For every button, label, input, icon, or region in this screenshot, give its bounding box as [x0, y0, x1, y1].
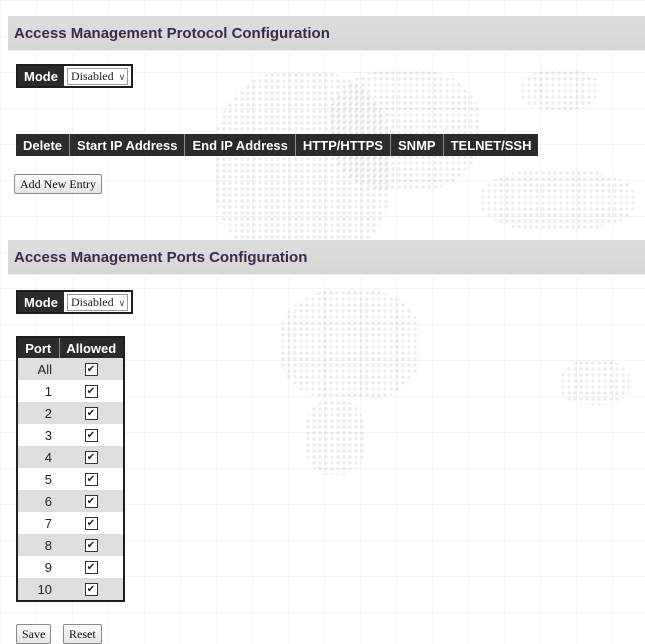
allowed-checkbox[interactable]: ✔ — [84, 406, 98, 420]
column-header-end-ip: End IP Address — [184, 134, 296, 156]
allowed-cell: ✔ — [59, 358, 124, 380]
column-header-delete: Delete — [16, 134, 70, 156]
protocol-mode-table: Mode Disabled ∨ — [16, 64, 134, 88]
allowed-checkbox[interactable]: ✔ — [84, 384, 98, 398]
allowed-cell: ✔ — [59, 556, 124, 578]
checkmark-icon: ✔ — [86, 385, 96, 397]
world-map-decoration — [520, 70, 600, 110]
checkmark-icon: ✔ — [86, 561, 96, 573]
port-number: 2 — [17, 402, 59, 424]
table-row: All ✔ — [17, 358, 124, 380]
allowed-checkbox[interactable]: ✔ — [84, 494, 98, 508]
table-row: 3 ✔ — [17, 424, 124, 446]
ports-table-header: Port Allowed — [17, 337, 124, 358]
checkmark-icon: ✔ — [86, 407, 96, 419]
column-header-telnet-ssh: TELNET/SSH — [442, 134, 539, 156]
column-header-allowed: Allowed — [58, 337, 124, 358]
table-row: 2 ✔ — [17, 402, 124, 424]
reset-button[interactable]: Reset — [63, 624, 102, 644]
table-row: 1 ✔ — [17, 380, 124, 402]
allowed-cell: ✔ — [59, 446, 124, 468]
port-number: 4 — [17, 446, 59, 468]
world-map-decoration — [330, 70, 480, 190]
table-row: 9 ✔ — [17, 556, 124, 578]
port-number: 3 — [17, 424, 59, 446]
column-header-port: Port — [17, 337, 59, 358]
protocol-mode-value: Disabled — [70, 68, 114, 83]
world-map-decoration — [560, 360, 630, 405]
allowed-checkbox[interactable]: ✔ — [84, 362, 98, 376]
checkmark-icon: ✔ — [86, 473, 96, 485]
ports-mode-cell: Disabled ∨ — [63, 291, 133, 313]
allowed-checkbox[interactable]: ✔ — [84, 560, 98, 574]
column-header-start-ip: Start IP Address — [69, 134, 185, 156]
allowed-checkbox[interactable]: ✔ — [84, 428, 98, 442]
allowed-cell: ✔ — [59, 512, 124, 534]
table-row: 10 ✔ — [17, 578, 124, 601]
protocol-section-title: Access Management Protocol Configuration — [8, 16, 645, 51]
table-row: 7 ✔ — [17, 512, 124, 534]
save-button[interactable]: Save — [16, 624, 52, 644]
port-number: 8 — [17, 534, 59, 556]
ports-table-body: All ✔ 1 ✔ 2 ✔ 3 ✔ 4 ✔ 5 ✔ 6 ✔ 7 ✔ 8 ✔ 9 ✔ 10 ✔ — [17, 358, 124, 601]
allowed-checkbox[interactable]: ✔ — [84, 538, 98, 552]
checkmark-icon: ✔ — [86, 583, 96, 595]
port-number: 5 — [17, 468, 59, 490]
port-number: 7 — [17, 512, 59, 534]
chevron-down-icon: ∨ — [118, 72, 126, 83]
allowed-checkbox[interactable]: ✔ — [84, 516, 98, 530]
allowed-cell: ✔ — [59, 402, 124, 424]
ports-mode-table: Mode Disabled ∨ — [16, 290, 134, 314]
allowed-cell: ✔ — [59, 424, 124, 446]
allowed-checkbox[interactable]: ✔ — [84, 472, 98, 486]
protocol-mode-select[interactable]: Disabled ∨ — [66, 67, 129, 85]
protocol-mode-label: Mode — [17, 65, 64, 87]
protocol-mode-cell: Disabled ∨ — [63, 65, 133, 87]
column-header-http-https: HTTP/HTTPS — [294, 134, 391, 156]
port-number: 1 — [17, 380, 59, 402]
table-row: 5 ✔ — [17, 468, 124, 490]
port-number: 9 — [17, 556, 59, 578]
ports-mode-label: Mode — [17, 291, 64, 313]
world-map-decoration — [480, 170, 635, 230]
allowed-cell: ✔ — [59, 578, 124, 601]
checkmark-icon: ✔ — [86, 363, 96, 375]
table-row: 4 ✔ — [17, 446, 124, 468]
ports-mode-select[interactable]: Disabled ∨ — [66, 293, 129, 311]
world-map-decoration — [280, 290, 420, 400]
checkmark-icon: ✔ — [86, 495, 96, 507]
ports-section-title: Access Management Ports Configuration — [8, 240, 645, 275]
ports-mode-value: Disabled — [70, 294, 114, 309]
allowed-cell: ✔ — [59, 534, 124, 556]
checkmark-icon: ✔ — [86, 517, 96, 529]
allowed-checkbox[interactable]: ✔ — [84, 450, 98, 464]
allowed-cell: ✔ — [59, 490, 124, 512]
checkmark-icon: ✔ — [86, 539, 96, 551]
ports-table: Port Allowed All ✔ 1 ✔ 2 ✔ 3 ✔ 4 ✔ 5 ✔ 6 ✔ 7 ✔ 8 ✔ 9 ✔ 10 ✔ — [16, 336, 125, 602]
chevron-down-icon: ∨ — [118, 298, 126, 309]
checkmark-icon: ✔ — [86, 451, 96, 463]
allowed-cell: ✔ — [59, 380, 124, 402]
port-number: All — [17, 358, 59, 380]
protocol-entries-table: Delete Start IP Address End IP Address H… — [16, 134, 539, 156]
port-number: 6 — [17, 490, 59, 512]
protocol-table-header: Delete Start IP Address End IP Address H… — [16, 134, 539, 156]
checkmark-icon: ✔ — [86, 429, 96, 441]
column-header-snmp: SNMP — [390, 134, 444, 156]
allowed-checkbox[interactable]: ✔ — [84, 582, 98, 596]
table-row: 8 ✔ — [17, 534, 124, 556]
table-row: 6 ✔ — [17, 490, 124, 512]
world-map-decoration — [305, 400, 365, 475]
port-number: 10 — [17, 578, 59, 601]
add-new-entry-button[interactable]: Add New Entry — [14, 174, 102, 194]
allowed-cell: ✔ — [59, 468, 124, 490]
